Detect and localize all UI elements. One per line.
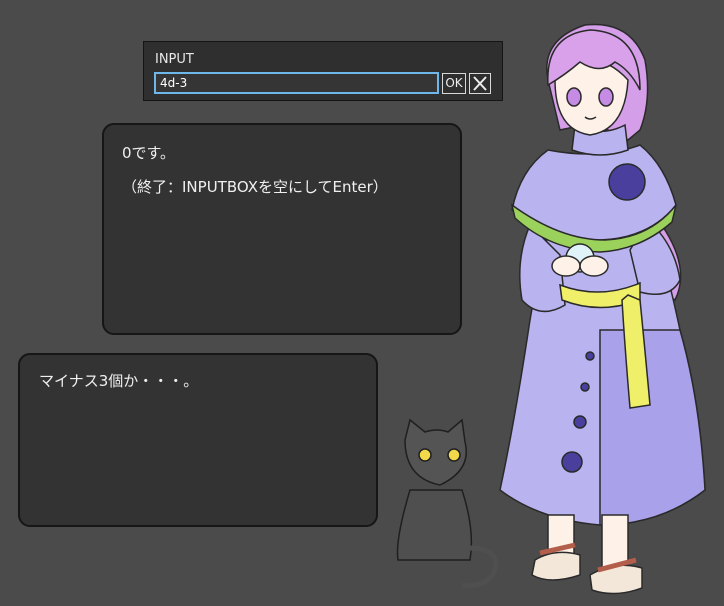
message-text: 0です。: [122, 144, 176, 162]
message-box-sub: マイナス3個か・・・。: [18, 353, 378, 527]
girl-figure: [499, 23, 706, 595]
message-hint-text: （終了：INPUTBOXを空にしてEnter）: [122, 178, 388, 196]
message-box-main: 0です。 （終了：INPUTBOXを空にしてEnter）: [102, 123, 462, 335]
message-text: マイナス3個か・・・。: [39, 372, 199, 390]
input-dialog: INPUT OK: [143, 41, 503, 101]
input-label: INPUT: [155, 52, 194, 67]
ok-button[interactable]: OK: [442, 73, 466, 94]
cat-figure: [396, 418, 499, 588]
close-button[interactable]: [469, 73, 491, 94]
close-icon: [473, 76, 487, 91]
input-textbox[interactable]: [154, 72, 439, 94]
